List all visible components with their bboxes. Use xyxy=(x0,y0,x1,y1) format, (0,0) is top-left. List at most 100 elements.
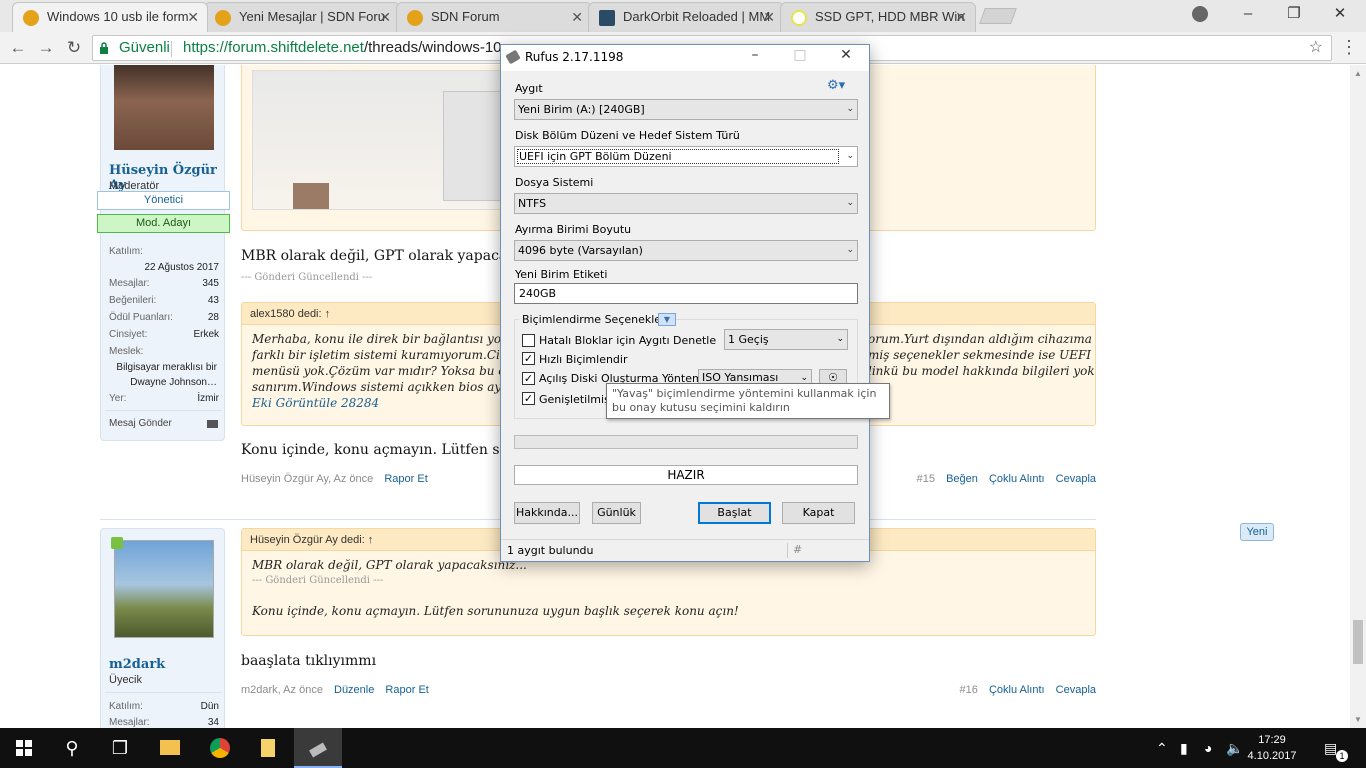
tab-close-icon[interactable]: ✕ xyxy=(955,3,967,31)
user-panel: m2dark Üyecik Katılım: Dün Mesajlar: 34 xyxy=(100,528,225,728)
online-status-icon xyxy=(111,537,123,549)
user-panel: Hüseyin Özgür Ay Moderatör Yönetici Mod.… xyxy=(97,65,230,441)
stat-value[interactable]: 345 xyxy=(109,278,219,289)
volume-label-input[interactable]: 240GB xyxy=(514,283,858,304)
sdn-favicon-icon xyxy=(215,10,231,26)
log-button[interactable]: Günlük xyxy=(592,502,641,524)
post-author-date[interactable]: Hüseyin Özgür Ay, Az önce xyxy=(241,473,373,485)
file-system-value: NTFS xyxy=(518,197,547,210)
extended-label-checkbox[interactable]: ✓ xyxy=(522,392,535,405)
post-number[interactable]: #15 xyxy=(917,473,935,485)
bad-blocks-checkbox[interactable] xyxy=(522,334,535,347)
stat-label: Katılım: xyxy=(109,246,143,257)
file-system-select[interactable]: NTFS ⌄ xyxy=(514,193,858,214)
expand-attachment-link[interactable]: Eki Görüntüle 28284 xyxy=(252,395,502,411)
tab-close-icon[interactable]: ✕ xyxy=(763,3,775,31)
edited-note: --- Gönderi Güncellendi --- xyxy=(241,272,373,283)
reply-link[interactable]: Cevapla xyxy=(1056,684,1096,696)
language-globe-icon[interactable]: ⚙▾ xyxy=(827,78,857,94)
multiquote-link[interactable]: Çoklu Alıntı xyxy=(989,684,1045,696)
cluster-size-select[interactable]: 4096 byte (Varsayılan) ⌄ xyxy=(514,240,858,261)
tray-chevron-icon[interactable]: ⌃ xyxy=(1156,728,1168,768)
avatar[interactable] xyxy=(114,65,214,150)
browser-menu-icon[interactable]: ⋮ xyxy=(1340,36,1358,58)
chrome-icon[interactable] xyxy=(196,728,244,768)
tab-darkorbit[interactable]: DarkOrbit Reloaded | MM ✕ xyxy=(588,2,784,32)
notification-count: 1 xyxy=(1336,750,1348,762)
send-message-link[interactable]: Mesaj Gönder xyxy=(109,418,219,429)
bootable-checkbox[interactable]: ✓ xyxy=(522,372,535,385)
notification-center-icon[interactable]: ▤ xyxy=(1324,728,1348,768)
edit-link[interactable]: Düzenle xyxy=(334,684,374,696)
task-view-icon[interactable]: ❐ xyxy=(96,728,144,768)
post-number[interactable]: #16 xyxy=(960,684,978,696)
bookmark-star-icon[interactable]: ☆ xyxy=(1309,36,1323,60)
new-tab-button[interactable] xyxy=(979,8,1017,24)
hash-button[interactable]: # xyxy=(793,543,802,556)
post-meta: Hüseyin Özgür Ay, Az önce Rapor Et xyxy=(241,473,428,485)
tab-title: Windows 10 usb ile form xyxy=(47,9,189,24)
tab-close-icon[interactable]: ✕ xyxy=(379,3,391,31)
minimize-button[interactable]: – xyxy=(1225,0,1271,30)
post-author-date[interactable]: m2dark, Az önce xyxy=(241,684,323,696)
quote-spacer xyxy=(252,589,1085,603)
passes-select[interactable]: 1 Geçiş ⌄ xyxy=(724,329,848,350)
close-window-button[interactable]: ✕ xyxy=(1317,0,1363,30)
cluster-size-label: Ayırma Birimi Boyutu xyxy=(515,223,632,236)
clock[interactable]: 17:29 4.10.2017 xyxy=(1244,732,1300,764)
tab-strip: Windows 10 usb ile form ✕ Yeni Mesajlar … xyxy=(0,0,1366,32)
maximize-button[interactable]: ❐ xyxy=(1271,0,1317,30)
avatar[interactable] xyxy=(114,540,214,638)
rufus-taskbar-icon[interactable] xyxy=(294,728,342,768)
extended-label-label[interactable]: Genişletilmiş xyxy=(539,393,610,406)
bad-blocks-label[interactable]: Hatalı Bloklar için Aygıtı Denetle xyxy=(539,334,716,347)
rufus-minimize-button[interactable]: – xyxy=(740,47,770,63)
reply-link[interactable]: Cevapla xyxy=(1056,473,1096,485)
volume-icon[interactable]: 🔈 xyxy=(1226,728,1243,768)
scroll-down-icon[interactable]: ▼ xyxy=(1354,715,1362,724)
tab-close-icon[interactable]: ✕ xyxy=(571,3,583,31)
tab-sdn-forum[interactable]: SDN Forum ✕ xyxy=(396,2,592,32)
thumbnail-avatar xyxy=(293,183,329,209)
quote-line: menüsü yok.Çözüm var mıdır? Yoksa bu cih… xyxy=(252,364,531,378)
stat-value: Erkek xyxy=(193,329,219,340)
report-link[interactable]: Rapor Et xyxy=(384,473,427,485)
quick-format-label[interactable]: Hızlı Biçimlendir xyxy=(539,353,628,366)
folder-icon[interactable] xyxy=(244,728,292,768)
tab-close-icon[interactable]: ✕ xyxy=(187,3,199,31)
url-text: https://forum.shiftdelete.net/threads/wi… xyxy=(183,36,515,60)
partition-scheme-select[interactable]: UEFI için GPT Bölüm Düzeni ⌄ xyxy=(514,146,858,167)
toggle-advanced-icon[interactable]: ▼ xyxy=(658,313,676,326)
profile-icon[interactable] xyxy=(1192,6,1208,22)
tab-yeni-mesajlar[interactable]: Yeni Mesajlar | SDN Foru ✕ xyxy=(204,2,400,32)
username-link[interactable]: m2dark xyxy=(109,657,165,672)
forward-arrow-icon[interactable]: → xyxy=(34,36,58,60)
stat-value[interactable]: 34 xyxy=(109,717,219,728)
device-select[interactable]: Yeni Birim (A:) [240GB] ⌄ xyxy=(514,99,858,120)
battery-icon[interactable]: ▮ xyxy=(1180,728,1188,768)
search-icon[interactable]: ⚲ xyxy=(48,728,96,768)
like-link[interactable]: Beğen xyxy=(946,473,978,485)
start-button[interactable]: Başlat xyxy=(698,502,771,524)
start-windows-icon[interactable] xyxy=(0,728,48,768)
rufus-titlebar[interactable]: Rufus 2.17.1198 – □ ✕ xyxy=(501,45,869,71)
rufus-close-button[interactable]: ✕ xyxy=(831,47,861,63)
about-button[interactable]: Hakkında... xyxy=(514,502,580,524)
page-scrollbar[interactable]: ▲ ▼ xyxy=(1350,65,1366,728)
quick-format-checkbox[interactable]: ✓ xyxy=(522,352,535,365)
multiquote-link[interactable]: Çoklu Alıntı xyxy=(989,473,1045,485)
file-explorer-icon[interactable] xyxy=(146,728,194,768)
reload-icon[interactable]: ↻ xyxy=(62,36,86,60)
stat-value[interactable]: 28 xyxy=(109,312,219,323)
close-button[interactable]: Kapat xyxy=(782,502,855,524)
scroll-up-icon[interactable]: ▲ xyxy=(1354,69,1362,78)
back-arrow-icon[interactable]: ← xyxy=(6,36,30,60)
report-link[interactable]: Rapor Et xyxy=(385,684,428,696)
status-display: HAZIR xyxy=(514,465,858,485)
tab-ssd-gpt[interactable]: SSD GPT, HDD MBR Win ✕ xyxy=(780,2,976,32)
tab-windows-usb[interactable]: Windows 10 usb ile form ✕ xyxy=(12,2,208,32)
stat-value[interactable]: İzmir xyxy=(109,393,219,404)
scroll-thumb[interactable] xyxy=(1353,620,1363,664)
quote-line: miş seçenekler sekmesinde ise UEFI xyxy=(868,348,1092,362)
wifi-icon[interactable]: ◕ xyxy=(1204,728,1212,768)
